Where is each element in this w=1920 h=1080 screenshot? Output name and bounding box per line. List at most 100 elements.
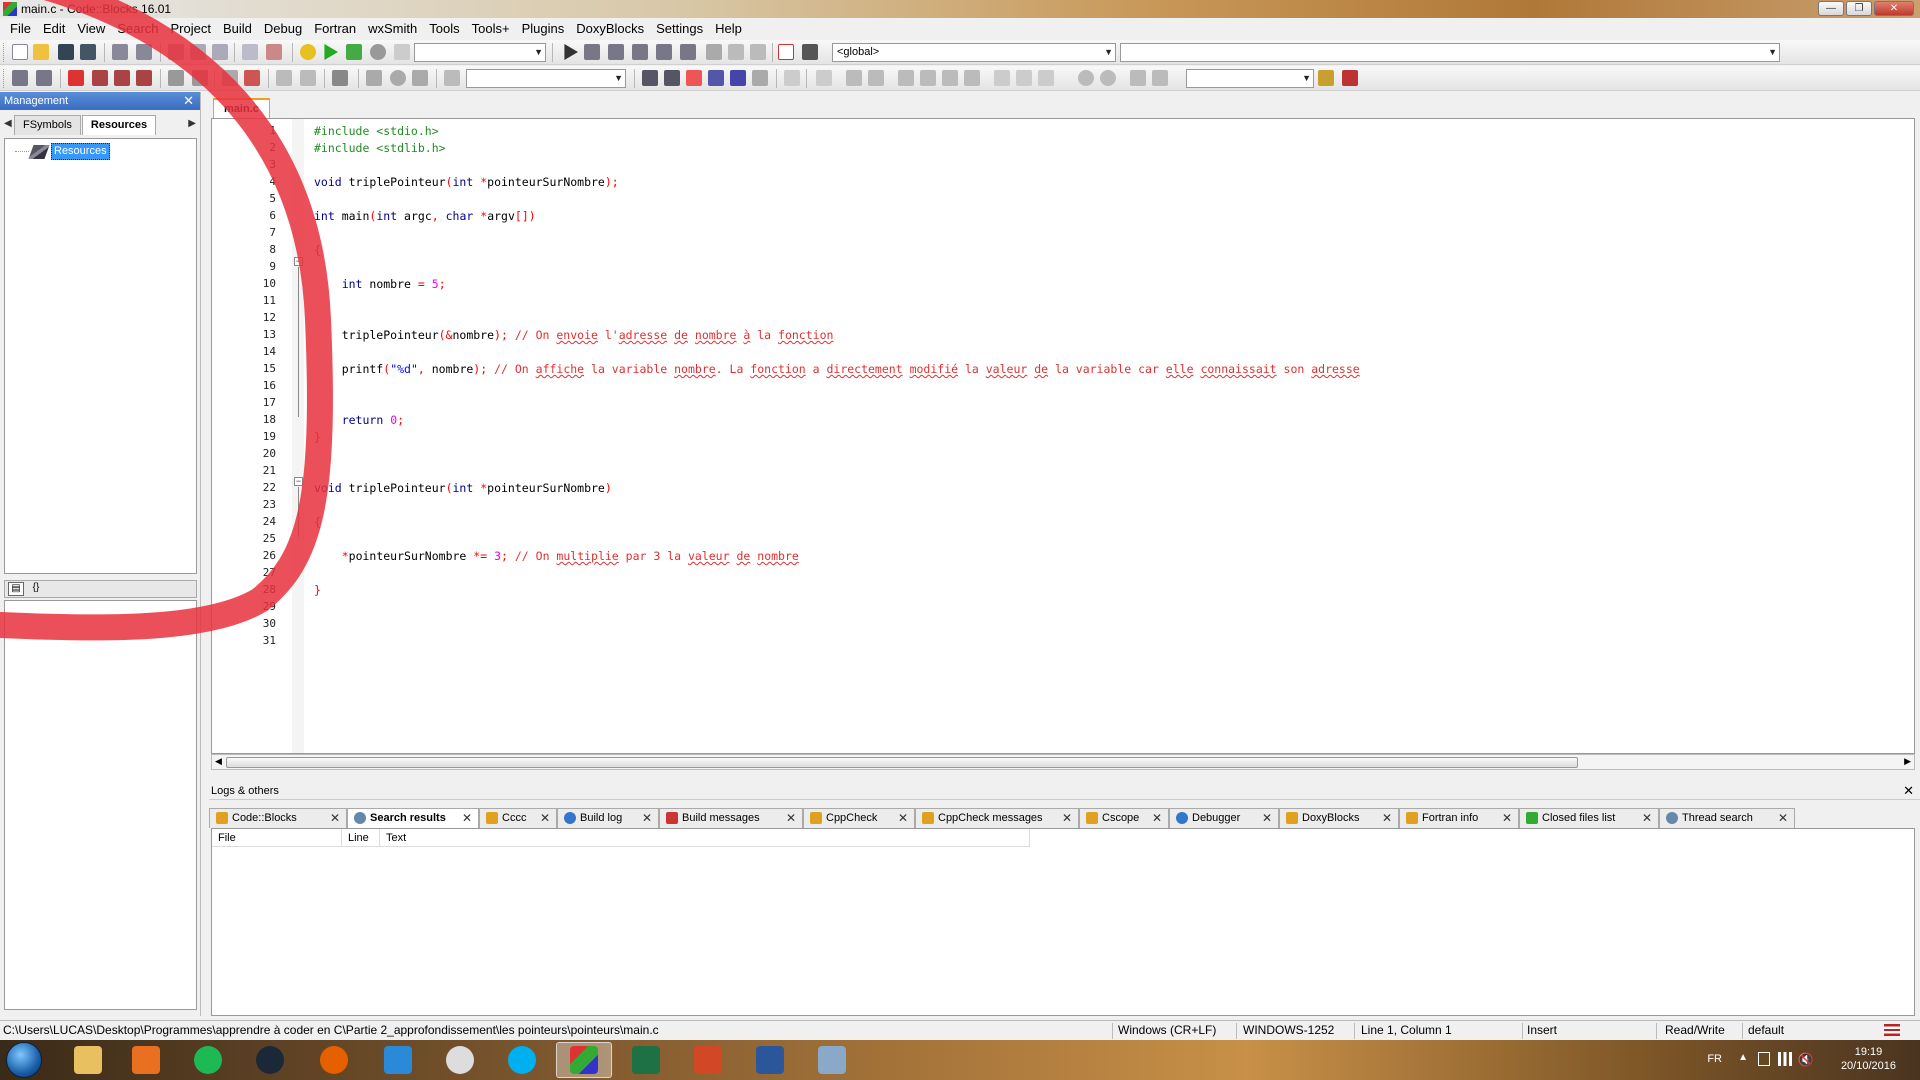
log-tab-build-messages[interactable]: Build messages ✕ [659, 808, 803, 828]
step-into-instruction-icon[interactable] [706, 44, 722, 60]
redo-icon[interactable] [136, 44, 152, 60]
close-tab-icon[interactable]: ✕ [330, 809, 340, 827]
menu-plugins[interactable]: Plugins [516, 18, 571, 40]
taskbar-internet-explorer[interactable] [370, 1042, 426, 1078]
paste-icon[interactable] [212, 44, 228, 60]
copy-icon[interactable] [190, 44, 206, 60]
tools-icon[interactable] [332, 70, 348, 86]
close-tab-icon[interactable]: ✕ [898, 809, 908, 827]
search-combo[interactable]: ▼ [466, 69, 626, 88]
wx-panel-icon[interactable] [868, 70, 884, 86]
stop-debug-icon[interactable] [750, 44, 766, 60]
zoom-out-icon[interactable] [1100, 70, 1116, 86]
log-tab-doxyblocks[interactable]: DoxyBlocks ✕ [1279, 808, 1399, 828]
fold-toggle-icon[interactable]: − [294, 257, 303, 266]
symbols-view-icon[interactable]: ▤ [8, 582, 24, 596]
close-button[interactable]: ✕ [1874, 1, 1914, 16]
menu-search[interactable]: Search [111, 18, 164, 40]
find-prev-icon[interactable] [642, 70, 658, 86]
taskbar-powerpoint[interactable] [680, 1042, 736, 1078]
taskbar-firefox[interactable] [306, 1042, 362, 1078]
log-tab-closed-files-list[interactable]: Closed files list ✕ [1519, 808, 1659, 828]
menu-debug[interactable]: Debug [258, 18, 308, 40]
log-tab-search-results[interactable]: Search results ✕ [347, 808, 479, 828]
log-tab-debugger[interactable]: Debugger ✕ [1169, 808, 1279, 828]
symbols-panel[interactable] [4, 600, 197, 1010]
menu-help[interactable]: Help [709, 18, 748, 40]
thread-search-icon[interactable] [1318, 70, 1334, 86]
wx-expand-icon[interactable] [1016, 70, 1032, 86]
menu-wxsmith[interactable]: wxSmith [362, 18, 423, 40]
pointer-icon[interactable] [784, 70, 800, 86]
taskbar-remote-desktop[interactable] [804, 1042, 860, 1078]
log-tab-cppcheck-messages[interactable]: CppCheck messages ✕ [915, 808, 1079, 828]
jump-back-icon[interactable] [12, 70, 28, 86]
volume-muted-icon[interactable]: 🔇 [1798, 1052, 1814, 1068]
abort-icon[interactable] [394, 44, 410, 60]
close-tab-icon[interactable]: ✕ [1262, 809, 1272, 827]
comment-icon[interactable] [222, 70, 238, 86]
change-dot-icon[interactable] [390, 70, 406, 86]
menu-tools-plus[interactable]: Tools+ [466, 18, 516, 40]
symbol-combo[interactable]: ▼ [1120, 43, 1780, 62]
next-bookmark-icon[interactable] [114, 70, 130, 86]
next-instruction-icon[interactable] [680, 44, 696, 60]
prev-change-icon[interactable] [366, 70, 382, 86]
fold-toggle-icon[interactable]: − [294, 477, 303, 486]
column-text[interactable]: Text [380, 829, 1030, 847]
prev-bookmark-icon[interactable] [92, 70, 108, 86]
scroll-left-icon[interactable]: ◀ [215, 756, 222, 767]
match-brace-icon[interactable] [168, 70, 184, 86]
step-out-icon[interactable] [656, 44, 672, 60]
close-tab-icon[interactable]: ✕ [462, 809, 472, 827]
close-logs-icon[interactable]: ✕ [1903, 782, 1914, 800]
run-to-cursor-icon[interactable] [584, 44, 600, 60]
debug-windows-icon[interactable] [778, 44, 794, 60]
step-into-icon[interactable] [632, 44, 648, 60]
scroll-right-icon[interactable]: ▶ [1904, 756, 1911, 767]
help-icon[interactable] [300, 70, 316, 86]
usb-device-icon[interactable] [1758, 1052, 1770, 1066]
various-info-icon[interactable] [802, 44, 818, 60]
tree-node-resources[interactable]: Resources [15, 143, 110, 160]
column-line[interactable]: Line [342, 829, 380, 847]
jump-forward-icon[interactable] [36, 70, 52, 86]
wx-border-icon[interactable] [994, 70, 1010, 86]
toolbar-grip[interactable] [3, 69, 6, 88]
close-tab-icon[interactable]: ✕ [540, 809, 550, 827]
log-tab-cscope[interactable]: Cscope ✕ [1079, 808, 1169, 828]
taskbar-file-explorer[interactable] [60, 1042, 116, 1078]
build-and-run-icon[interactable] [346, 44, 362, 60]
wx-shrink-icon[interactable] [1038, 70, 1054, 86]
taskbar-media-player[interactable] [118, 1042, 174, 1078]
taskbar-clock[interactable]: 19:19 20/10/2016 [1841, 1045, 1896, 1073]
save-all-icon[interactable] [80, 44, 96, 60]
search-results-list[interactable]: File Line Text [211, 828, 1915, 1016]
log-tab-cccc[interactable]: Cccc ✕ [479, 808, 557, 828]
block-comment-icon[interactable] [276, 70, 292, 86]
network-signal-icon[interactable] [1778, 1052, 1792, 1066]
run-icon[interactable] [324, 44, 338, 60]
codecompletion-icon[interactable] [444, 70, 460, 86]
close-tab-icon[interactable]: ✕ [1778, 809, 1788, 827]
menu-edit[interactable]: Edit [37, 18, 71, 40]
highlight-icon[interactable] [686, 70, 702, 86]
close-tab-icon[interactable]: ✕ [1152, 809, 1162, 827]
regex-icon[interactable] [730, 70, 746, 86]
replace-icon[interactable] [266, 44, 282, 60]
taskbar-spotify[interactable] [180, 1042, 236, 1078]
find-combo[interactable]: ▼ [1186, 69, 1314, 88]
toolbar-grip[interactable] [3, 43, 6, 62]
close-tab-icon[interactable]: ✕ [786, 809, 796, 827]
log-tab-build-log[interactable]: Build log ✕ [557, 808, 659, 828]
braces-icon[interactable]: {} [28, 582, 44, 596]
new-file-icon[interactable] [12, 44, 28, 60]
taskbar-steelseries-engine[interactable] [432, 1042, 488, 1078]
code-editor[interactable]: 1 2 3 4 5 6 7 8 9 10 11 12 13 14 15 16 17 18 19 20 21 22 23 24 2… [211, 118, 1915, 754]
tab-next-icon[interactable]: ▶ [188, 118, 196, 129]
find-selected-icon[interactable] [708, 70, 724, 86]
menu-settings[interactable]: Settings [650, 18, 709, 40]
debug-continue-icon[interactable] [564, 44, 578, 60]
build-target-combo[interactable]: ▼ [414, 43, 546, 62]
find-icon[interactable] [242, 44, 258, 60]
